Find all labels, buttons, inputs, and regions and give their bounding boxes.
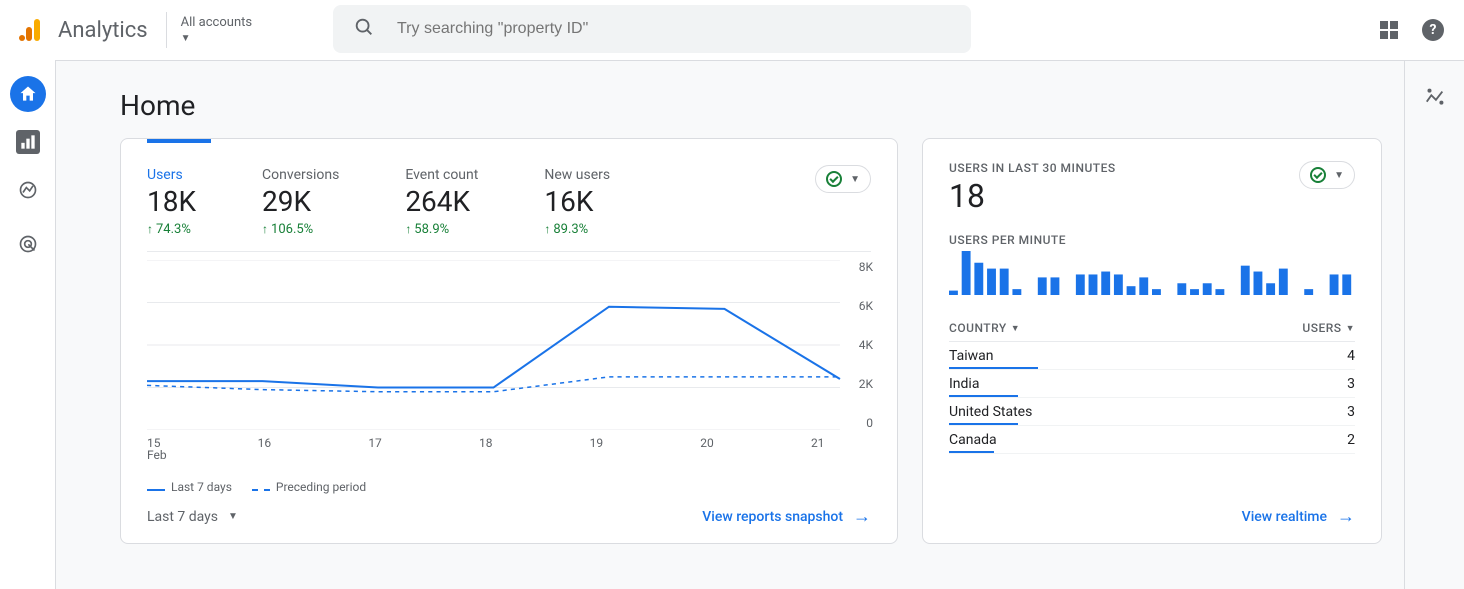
nav-reports[interactable] bbox=[16, 130, 40, 154]
status-dropdown[interactable]: ▼ bbox=[1299, 161, 1355, 189]
realtime-subtitle: USERS PER MINUTE bbox=[949, 233, 1355, 247]
link-label: View reports snapshot bbox=[702, 509, 843, 525]
realtime-title: USERS IN LAST 30 MINUTES bbox=[949, 161, 1355, 175]
nav-explore[interactable] bbox=[10, 172, 46, 208]
chevron-down-icon: ▼ bbox=[181, 33, 191, 45]
sparkline-chart bbox=[949, 251, 1355, 295]
table-row[interactable]: United States3 bbox=[949, 398, 1355, 426]
page-title: Home bbox=[120, 89, 1464, 122]
nav-home[interactable] bbox=[10, 76, 46, 112]
search-bar[interactable] bbox=[333, 5, 971, 53]
table-row[interactable]: Canada2 bbox=[949, 426, 1355, 454]
col-country[interactable]: COUNTRY▼ bbox=[949, 321, 1020, 335]
realtime-value: 18 bbox=[949, 177, 1355, 215]
kpi-event-count[interactable]: Event count264K58.9% bbox=[405, 167, 478, 237]
account-picker[interactable]: All accounts ▼ bbox=[181, 15, 252, 45]
date-range-select[interactable]: Last 7 days ▼ bbox=[147, 509, 238, 525]
y-axis-labels: 8K6K4K2K0 bbox=[843, 260, 873, 430]
link-label: View realtime bbox=[1242, 509, 1327, 525]
date-range-label: Last 7 days bbox=[147, 509, 218, 525]
status-dropdown[interactable]: ▼ bbox=[815, 165, 871, 193]
view-realtime-link[interactable]: View realtime → bbox=[1242, 506, 1355, 527]
app-header: Analytics All accounts ▼ ? bbox=[0, 0, 1464, 60]
header-divider bbox=[166, 12, 167, 48]
kpi-new-users[interactable]: New users16K89.3% bbox=[544, 167, 610, 237]
nav-advertising[interactable] bbox=[10, 226, 46, 262]
active-tab-indicator bbox=[147, 139, 211, 143]
chevron-down-icon: ▼ bbox=[850, 174, 860, 185]
col-users[interactable]: USERS▼ bbox=[1302, 321, 1355, 335]
apps-icon[interactable] bbox=[1380, 21, 1398, 39]
kpi-row: Users18K74.3% Conversions29K106.5% Event c… bbox=[147, 139, 871, 237]
trend-chart: 8K6K4K2K0 bbox=[147, 260, 871, 430]
search-icon bbox=[353, 16, 375, 42]
x-axis-month: Feb bbox=[147, 448, 871, 462]
chevron-down-icon: ▼ bbox=[228, 511, 238, 522]
arrow-right-icon: → bbox=[853, 506, 871, 527]
insights-rail bbox=[1404, 61, 1464, 589]
main-content: Home ▼ Users18K74.3% Conversions29K106.5%… bbox=[56, 60, 1464, 589]
table-row[interactable]: Taiwan4 bbox=[949, 342, 1355, 370]
analytics-logo-icon bbox=[18, 17, 44, 43]
logo-block: Analytics bbox=[16, 17, 148, 43]
left-nav bbox=[0, 60, 56, 589]
legend-previous: Preceding period bbox=[252, 480, 366, 494]
chevron-down-icon: ▼ bbox=[1334, 170, 1344, 181]
brand-label: Analytics bbox=[58, 18, 148, 43]
overview-card: ▼ Users18K74.3% Conversions29K106.5% Event… bbox=[120, 138, 898, 544]
legend-current: Last 7 days bbox=[147, 480, 232, 494]
account-picker-label: All accounts bbox=[181, 15, 252, 31]
checkmark-icon bbox=[1310, 167, 1326, 183]
table-row[interactable]: India3 bbox=[949, 370, 1355, 398]
realtime-table-header: COUNTRY▼ USERS▼ bbox=[949, 321, 1355, 342]
kpi-conversions[interactable]: Conversions29K106.5% bbox=[262, 167, 339, 237]
chart-legend: Last 7 days Preceding period bbox=[147, 480, 871, 494]
insights-icon[interactable] bbox=[1424, 87, 1446, 589]
realtime-table-body: Taiwan4India3United States3Canada2 bbox=[949, 342, 1355, 454]
help-icon[interactable]: ? bbox=[1422, 19, 1444, 41]
view-reports-link[interactable]: View reports snapshot → bbox=[702, 506, 871, 527]
header-actions: ? bbox=[1380, 19, 1444, 41]
kpi-users[interactable]: Users18K74.3% bbox=[147, 167, 196, 237]
divider bbox=[147, 251, 871, 252]
realtime-card: ▼ USERS IN LAST 30 MINUTES 18 USERS PER … bbox=[922, 138, 1382, 544]
checkmark-icon bbox=[826, 171, 842, 187]
search-input[interactable] bbox=[395, 19, 951, 39]
arrow-right-icon: → bbox=[1337, 506, 1355, 527]
